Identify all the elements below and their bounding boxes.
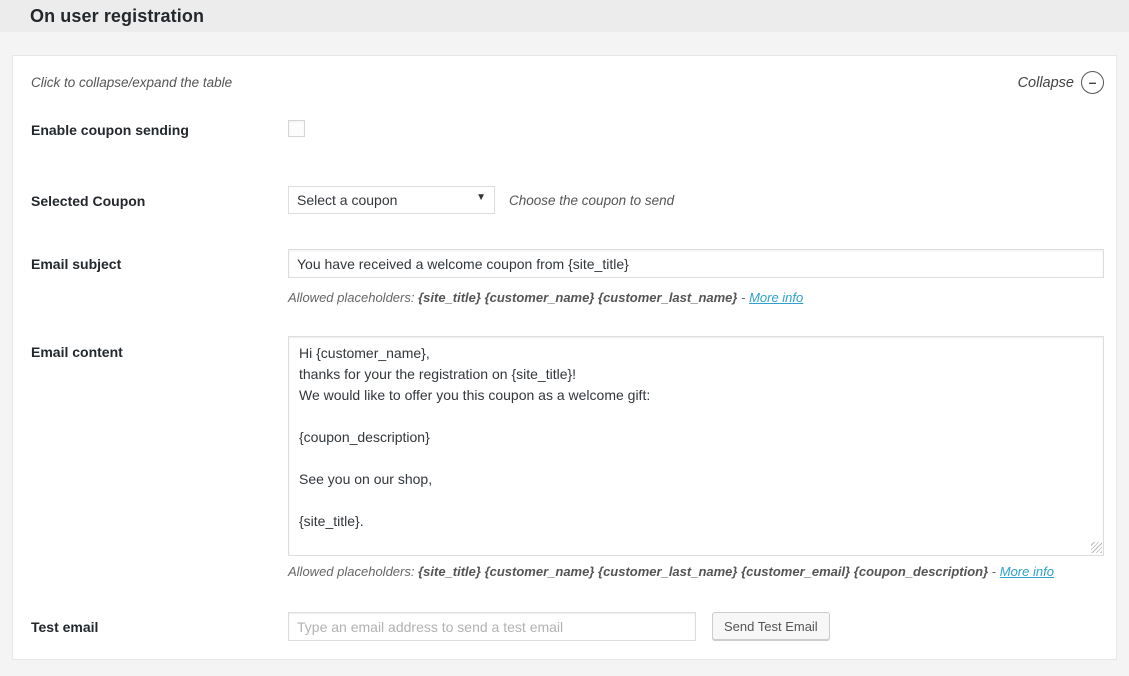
send-test-email-button[interactable]: Send Test Email [712,612,830,640]
row-enable-coupon: Enable coupon sending [31,120,1104,142]
panel-collapse-header[interactable]: Click to collapse/expand the table Colla… [31,71,1104,94]
selected-coupon-label: Selected Coupon [31,186,288,214]
email-subject-input[interactable] [288,249,1104,278]
subject-placeholders-tokens: {site_title} {customer_name} {customer_l… [418,290,737,305]
row-test-email: Test email Send Test Email [31,612,1104,641]
email-content-label: Email content [31,336,288,579]
content-placeholders-prefix: Allowed placeholders: [288,564,414,579]
content-placeholders-hint: Allowed placeholders: {site_title} {cust… [288,564,1104,579]
enable-coupon-label: Enable coupon sending [31,120,288,142]
email-subject-label: Email subject [31,249,288,305]
minus-glyph: – [1089,74,1097,90]
collapse-minus-icon[interactable]: – [1081,71,1104,94]
enable-coupon-checkbox[interactable] [288,120,305,137]
content-more-info-link[interactable]: More info [1000,564,1054,579]
test-email-input[interactable] [288,612,696,641]
coupon-select[interactable]: Select a coupon [288,186,495,214]
row-selected-coupon: Selected Coupon Select a coupon ▼ Choose… [31,186,1104,214]
collapse-label: Collapse [1018,75,1074,91]
subject-placeholders-prefix: Allowed placeholders: [288,290,414,305]
textarea-resize-grip-icon[interactable] [1091,542,1102,553]
subject-placeholders-hint: Allowed placeholders: {site_title} {cust… [288,290,1104,305]
test-email-label: Test email [31,612,288,641]
content-placeholders-separator: - [992,564,996,579]
subject-more-info-link[interactable]: More info [749,290,803,305]
section-title-bar: On user registration [0,0,1129,32]
settings-panel: Click to collapse/expand the table Colla… [12,55,1117,660]
collapse-hint-text: Click to collapse/expand the table [31,75,232,90]
row-email-subject: Email subject Allowed placeholders: {sit… [31,249,1104,305]
page-title: On user registration [30,6,1129,27]
coupon-select-wrap: Select a coupon ▼ [288,186,495,214]
subject-placeholders-separator: - [741,290,745,305]
email-content-textarea-wrap: Hi {customer_name}, thanks for your the … [288,336,1104,556]
row-email-content: Email content Hi {customer_name}, thanks… [31,336,1104,579]
content-placeholders-tokens: {site_title} {customer_name} {customer_l… [418,564,988,579]
collapse-button[interactable]: Collapse – [1018,71,1104,94]
coupon-hint-text: Choose the coupon to send [509,193,674,208]
email-content-textarea[interactable]: Hi {customer_name}, thanks for your the … [288,336,1104,556]
